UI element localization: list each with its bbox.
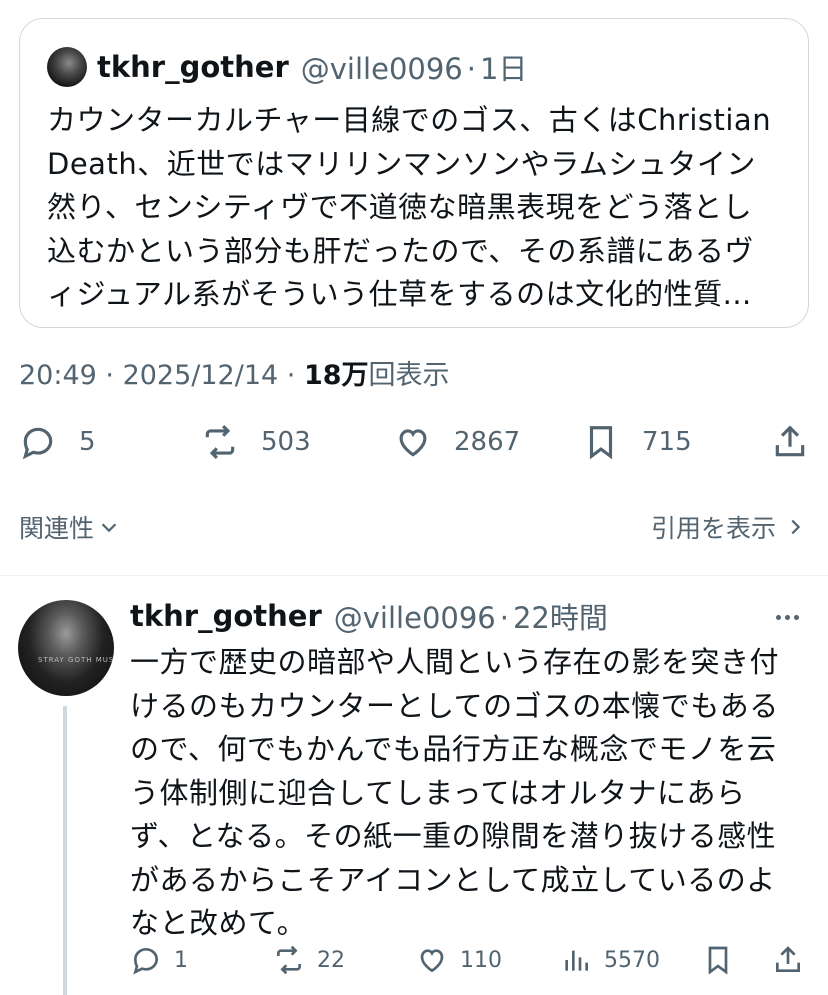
like-button[interactable]: 110 <box>416 940 502 980</box>
repost-count: 22 <box>317 947 345 973</box>
tweet-time[interactable]: 20:49 <box>19 360 97 391</box>
quoted-tweet-text: カウンターカルチャー目線でのゴス、古くはChristian Death、近世では… <box>47 99 797 317</box>
author-name[interactable]: tkhr_gother <box>130 599 322 633</box>
chevron-right-icon <box>791 519 801 535</box>
bookmark-count: 715 <box>642 427 692 457</box>
tweet-time: 1日 <box>479 52 528 86</box>
text-line: う体制側に迎合してしまってはオルタナにあら <box>130 775 746 810</box>
text-line: があるからこそアイコンとして成立しているのよ <box>130 862 776 897</box>
text-line: 然り、センシティヴで不道徳な暗黒表現をどう落とし <box>47 190 753 224</box>
reply-count: 5 <box>79 427 96 457</box>
repost-button[interactable]: 22 <box>273 940 345 980</box>
text-line: カウンターカルチャー目線でのゴス、古くはChristian <box>47 103 772 137</box>
tweet-time: 22時間 <box>512 601 608 635</box>
text-line: 一方で歴史の暗部や人間という存在の影を突き付 <box>130 645 780 679</box>
share-button[interactable] <box>771 418 809 466</box>
repost-count: 503 <box>261 427 311 457</box>
more-options-icon[interactable] <box>776 605 806 625</box>
author-handle: @ville0096 · 1日 <box>300 52 528 86</box>
tweet-date[interactable]: 2025/12/14 <box>123 360 279 391</box>
reply-button[interactable]: 1 <box>130 940 188 980</box>
bookmark-button[interactable]: 715 <box>582 418 692 466</box>
heart-icon <box>420 949 444 973</box>
author-name[interactable]: tkhr_gother <box>97 50 289 84</box>
thread-line <box>63 706 67 995</box>
reply-tweet-text: 一方で歴史の暗部や人間という存在の影を突き付 けるのもカウンターとしてのゴスの本… <box>130 641 810 946</box>
share-button[interactable] <box>772 940 804 980</box>
like-count: 2867 <box>454 427 521 457</box>
like-button[interactable]: 2867 <box>394 418 520 466</box>
tweet-meta: 20:49 · 2025/12/14 · 18万回表示 <box>19 360 450 391</box>
views-count: 18万 <box>303 360 369 391</box>
heart-icon <box>399 429 427 457</box>
view-quotes-label: 引用を表示 <box>650 514 776 543</box>
author-handle: @ville0096 · 22時間 <box>333 601 608 635</box>
text-line: ィジュアル系がそういう仕草をするのは文化的性質... <box>47 277 752 311</box>
share-icon <box>775 425 805 457</box>
avatar[interactable]: STRAY GOTH MUSIC <box>18 600 114 696</box>
view-quotes-link[interactable]: 引用を表示 <box>651 509 806 545</box>
quoted-tweet-header: tkhr_gother @ville0096 · 1日 <box>47 47 527 87</box>
avatar[interactable] <box>47 47 87 87</box>
text-line: Death、近世ではマリリンマンソンやラムシュタイン <box>47 146 756 181</box>
reply-action-bar: 1 22 110 5570 <box>130 940 810 980</box>
bookmark-icon <box>708 946 728 975</box>
views-button[interactable]: 5570 <box>560 940 660 980</box>
bookmark-icon <box>589 426 613 460</box>
bookmark-button[interactable] <box>702 940 734 980</box>
views-label: 回表示 <box>368 360 450 391</box>
reply-icon <box>133 947 159 975</box>
analytics-icon <box>565 950 588 971</box>
like-count: 110 <box>460 947 502 973</box>
sort-relevance-dropdown[interactable]: 関連性 <box>19 509 120 545</box>
views-count: 5570 <box>604 947 660 973</box>
chevron-down-icon <box>101 523 117 533</box>
share-icon <box>776 946 800 972</box>
reply-tweet-header: tkhr_gother @ville0096 · 22時間 <box>130 596 608 636</box>
text-line: けるのもカウンターとしてのゴスの本懐でもある <box>130 688 779 723</box>
reply-button[interactable]: 5 <box>19 418 96 466</box>
text-line: 込むかという部分も肝だったので、その系譜にあるヴ <box>47 233 754 268</box>
repost-button[interactable]: 503 <box>201 418 311 466</box>
repost-icon <box>277 945 301 975</box>
reply-count: 1 <box>174 947 188 973</box>
reply-icon <box>22 427 53 460</box>
action-bar: 5 503 2867 715 <box>19 418 809 466</box>
divider <box>0 575 828 576</box>
sort-label: 関連性 <box>19 514 95 543</box>
text-line: ず、となる。その紙一重の隙間を潜り抜ける感性 <box>130 819 777 853</box>
text-line: ので、何でもかんでも品行方正な概念でモノを云 <box>130 732 777 766</box>
quoted-tweet-card[interactable]: tkhr_gother @ville0096 · 1日 カウンターカルチャー目線での… <box>19 18 809 328</box>
repost-icon <box>205 425 235 459</box>
text-line: なと改めて。 <box>130 906 307 940</box>
